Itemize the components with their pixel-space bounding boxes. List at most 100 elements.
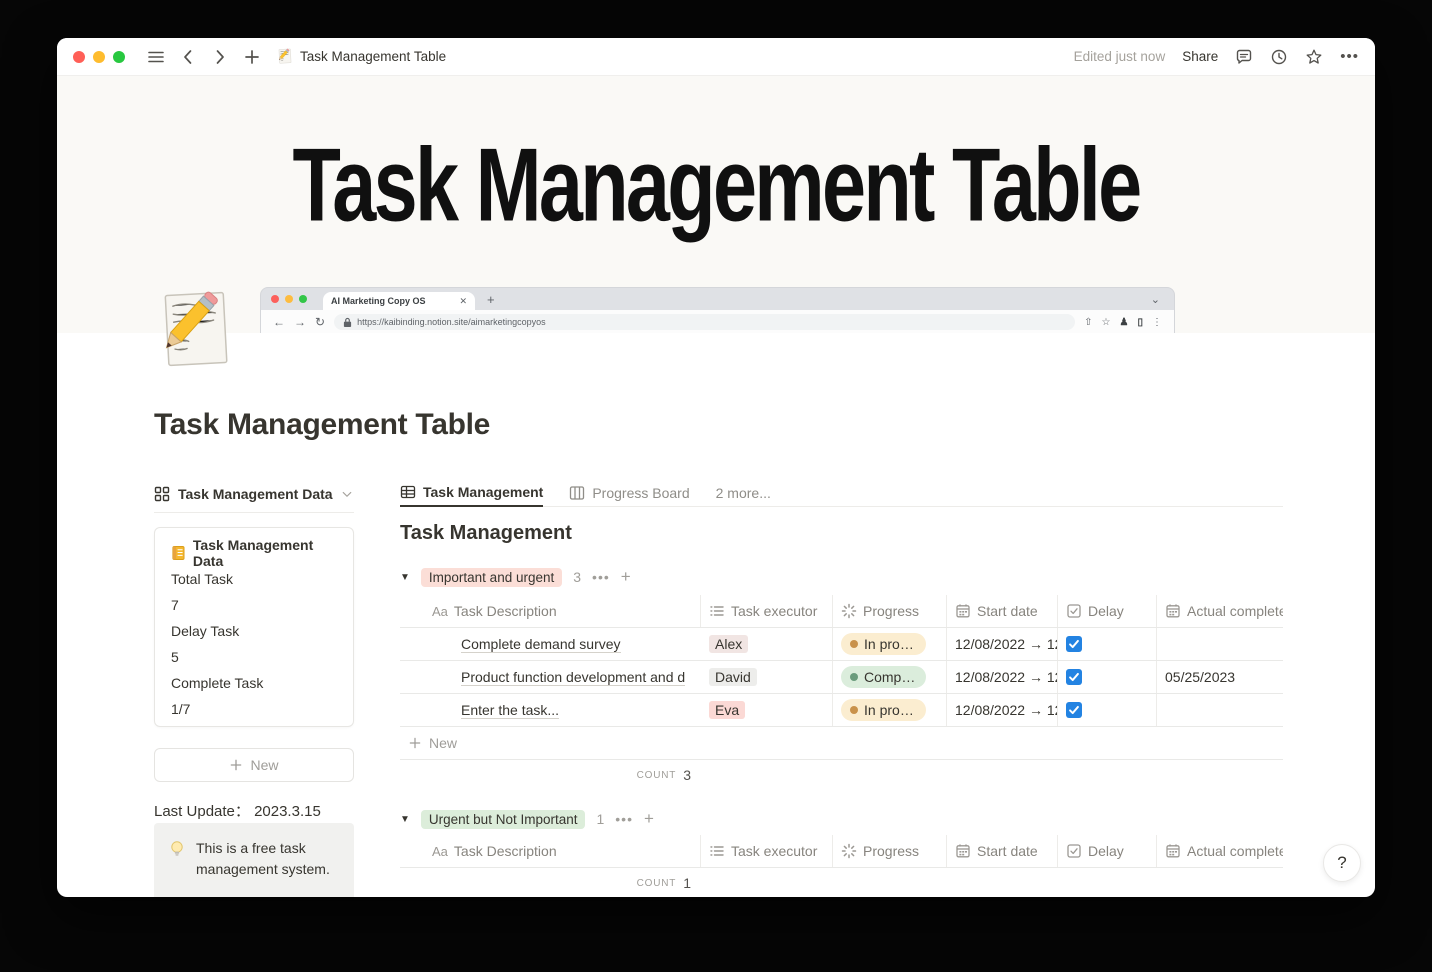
desktop-background: Task Management Table Edited just now Sh… (0, 0, 1432, 972)
count-calculation[interactable]: COUNT 3 (400, 760, 701, 790)
share-button[interactable]: Share (1182, 49, 1218, 64)
forward-icon[interactable] (211, 48, 229, 66)
table-view-icon (400, 484, 416, 500)
calendar-icon (1165, 603, 1181, 619)
cell-progress[interactable]: In progress (833, 694, 947, 726)
collapse-triangle-icon[interactable]: ▼ (400, 814, 410, 825)
back-icon[interactable] (179, 48, 197, 66)
column-header-start-date[interactable]: Start date (947, 835, 1058, 867)
plus-icon (231, 759, 242, 771)
help-button[interactable]: ? (1323, 844, 1361, 882)
tab-label: Task Management (423, 483, 544, 500)
sidebar-new-button[interactable]: New (154, 748, 354, 782)
checked-checkbox[interactable] (1066, 669, 1082, 685)
count-calculation[interactable]: COUNT 1 (400, 868, 701, 897)
linked-database-selector[interactable]: Task Management Data (154, 480, 354, 508)
column-header-description[interactable]: Aa Task Description (400, 595, 701, 627)
browser-extension-icon: ♟ (1119, 316, 1129, 328)
zoom-window-button[interactable] (113, 50, 125, 63)
cell-actual-complete[interactable] (1157, 694, 1283, 726)
sidebar-toggle-icon[interactable] (147, 48, 165, 66)
checkbox-icon (1066, 843, 1082, 859)
column-header-progress[interactable]: Progress (833, 595, 947, 627)
table-header-row: Aa Task Description Task executor Progre… (400, 835, 1283, 868)
last-update-line[interactable]: Last Update： 2023.3.15 (154, 800, 321, 821)
cell-description[interactable]: Product function development and d (400, 661, 701, 693)
cell-executor[interactable]: David (701, 661, 833, 693)
cell-progress[interactable]: Completed (833, 661, 947, 693)
table-row: Enter the task... Eva In progress 12/08/… (400, 694, 1283, 727)
checked-checkbox[interactable] (1066, 636, 1082, 652)
browser-active-tab: AI Marketing Copy OS ✕ (323, 292, 475, 310)
status-pill: Completed (841, 666, 926, 688)
tab-task-management[interactable]: Task Management (400, 478, 544, 507)
tab-close-icon: ✕ (459, 295, 467, 306)
cell-actual-complete[interactable]: 05/25/2023 (1157, 661, 1283, 693)
left-column-divider (154, 512, 354, 513)
tab-more-views[interactable]: 2 more... (716, 478, 771, 507)
add-row-button[interactable]: New (400, 727, 1283, 760)
history-icon[interactable] (1270, 48, 1288, 66)
table-row: Complete demand survey Alex In progress … (400, 628, 1283, 661)
browser-toolbar-icons: ⇧ ☆ ♟ ▯ ⋮ (1084, 317, 1162, 328)
group-tag[interactable]: Urgent but Not Important (420, 809, 586, 829)
new-tab-icon[interactable] (243, 48, 261, 66)
cell-executor[interactable]: Eva (701, 694, 833, 726)
cell-delay[interactable] (1058, 661, 1157, 693)
group-add-icon[interactable]: + (644, 809, 654, 829)
tab-list-chevron-icon: ⌄ (1150, 293, 1160, 306)
calendar-icon (1165, 843, 1181, 859)
column-header-executor[interactable]: Task executor (701, 595, 833, 627)
cell-progress[interactable]: In progress (833, 628, 947, 660)
cell-actual-complete[interactable] (1157, 628, 1283, 660)
browser-tab-title: AI Marketing Copy OS (331, 296, 426, 306)
collapse-triangle-icon[interactable]: ▼ (400, 572, 410, 583)
column-header-progress[interactable]: Progress (833, 835, 947, 867)
table-group-2: Aa Task Description Task executor Progre… (400, 835, 1283, 897)
tab-progress-board[interactable]: Progress Board (569, 478, 690, 507)
cell-delay[interactable] (1058, 628, 1157, 660)
text-type-icon: Aa (432, 603, 448, 619)
close-window-button[interactable] (73, 50, 85, 63)
column-header-actual-complete[interactable]: Actual complete (1157, 595, 1283, 627)
cell-start-date[interactable]: 12/08/2022 → 12 (947, 628, 1058, 660)
favorite-star-icon[interactable] (1305, 48, 1323, 66)
table-header-row: Aa Task Description Task executor Progre… (400, 595, 1283, 628)
minimize-window-button[interactable] (93, 50, 105, 63)
table-group-1: Aa Task Description Task executor Progre… (400, 595, 1283, 790)
stat-value: 5 (171, 649, 179, 665)
column-header-description[interactable]: Aa Task Description (400, 835, 701, 867)
group-options-icon[interactable]: ••• (615, 811, 633, 827)
callout-block[interactable]: This is a free task management system. (154, 823, 354, 897)
more-options-icon[interactable]: ••• (1340, 48, 1359, 65)
group-add-icon[interactable]: + (621, 567, 631, 587)
page-icon-memo[interactable] (157, 288, 235, 374)
summary-card[interactable]: Task Management Data Total Task 7 Delay … (154, 527, 354, 727)
group-options-icon[interactable]: ••• (592, 569, 610, 585)
cell-delay[interactable] (1058, 694, 1157, 726)
browser-reload-icon: ↻ (315, 315, 326, 329)
page-title[interactable]: Task Management Table (154, 408, 490, 442)
column-header-actual-complete[interactable]: Actual complete (1157, 835, 1283, 867)
memo-icon (277, 48, 293, 65)
column-header-delay[interactable]: Delay (1058, 835, 1157, 867)
column-header-executor[interactable]: Task executor (701, 835, 833, 867)
checked-checkbox[interactable] (1066, 702, 1082, 718)
group-count: 1 (596, 811, 605, 827)
browser-close-dot (271, 295, 279, 303)
breadcrumb[interactable]: Task Management Table (277, 48, 446, 65)
column-header-start-date[interactable]: Start date (947, 595, 1058, 627)
comments-icon[interactable] (1235, 48, 1253, 66)
database-title[interactable]: Task Management (400, 522, 572, 545)
group-tag[interactable]: Important and urgent (420, 567, 563, 587)
cell-description[interactable]: Enter the task... (400, 694, 701, 726)
cell-start-date[interactable]: 12/08/2022 → 12 (947, 661, 1058, 693)
cell-start-date[interactable]: 12/08/2022 → 12 (947, 694, 1058, 726)
stat-label: Complete Task (171, 675, 264, 691)
sidebar-new-label: New (250, 757, 279, 773)
browser-url-field: https://kaibinding.notion.site/aimarketi… (334, 314, 1076, 330)
cell-description[interactable]: Complete demand survey (400, 628, 701, 660)
cell-executor[interactable]: Alex (701, 628, 833, 660)
list-icon (709, 603, 725, 619)
column-header-delay[interactable]: Delay (1058, 595, 1157, 627)
